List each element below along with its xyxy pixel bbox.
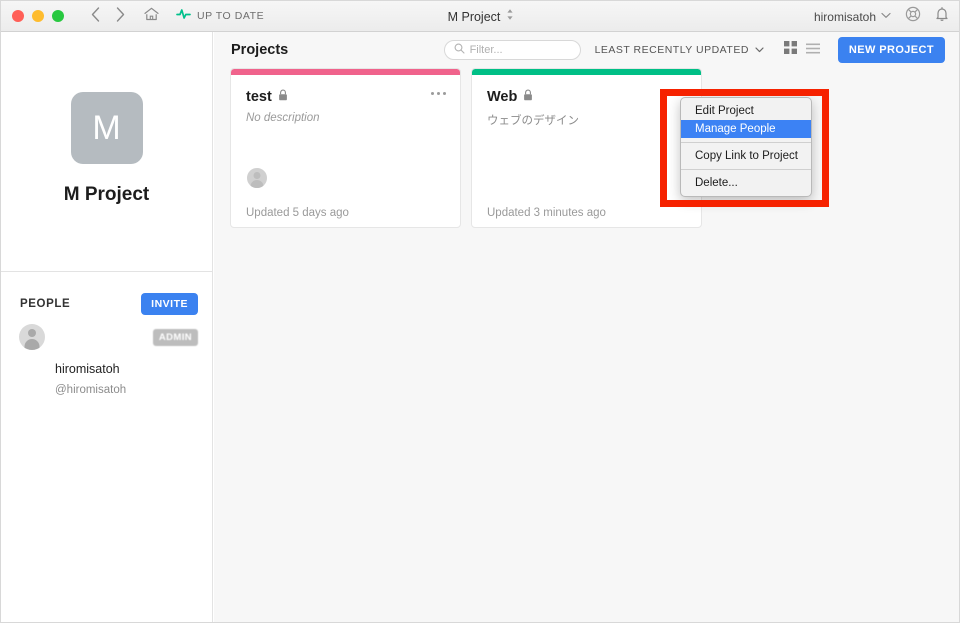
lock-icon <box>523 88 533 106</box>
project-avatar: M <box>70 92 143 164</box>
project-card-test[interactable]: test No description Updated 5 days ago <box>230 68 461 228</box>
home-icon[interactable] <box>144 7 159 26</box>
card-description: No description <box>246 112 320 124</box>
grid-view-icon[interactable] <box>783 41 797 59</box>
left-sidebar: M M Project PEOPLE INVITE ADMIN hiromisa… <box>1 32 213 622</box>
sync-status[interactable]: UP TO DATE <box>176 7 264 25</box>
menu-item-edit-project[interactable]: Edit Project <box>681 102 811 120</box>
person-handle: @hiromisatoh <box>55 384 127 396</box>
ghost-avatar <box>19 324 45 350</box>
project-card-web[interactable]: Web ウェブのデザイン Updated 3 minutes ago <box>471 68 702 228</box>
forward-chevron-right-icon[interactable] <box>116 7 125 25</box>
window-traffic-lights[interactable] <box>12 10 64 22</box>
list-view-icon[interactable] <box>805 41 820 59</box>
card-description: ウェブのデザイン <box>487 115 579 127</box>
up-down-chevron-icon[interactable] <box>506 8 514 26</box>
pulse-icon <box>176 7 191 25</box>
window-title-text: M Project <box>447 9 501 24</box>
sort-order-label: LEAST RECENTLY UPDATED <box>594 44 749 56</box>
filter-input-wrapper[interactable]: Filter... <box>443 40 581 60</box>
lock-icon <box>278 88 288 106</box>
person-info: hiromisatoh @hiromisatoh <box>55 359 126 399</box>
menu-item-delete[interactable]: Delete... <box>681 174 811 192</box>
list-item-person[interactable]: hiromisatoh @hiromisatoh <box>1 350 212 399</box>
main-content: Projects Filter... LEAST RECENTLY UPDATE… <box>214 32 959 622</box>
menu-item-copy-link-to-project[interactable]: Copy Link to Project <box>681 147 811 165</box>
card-body: Web ウェブのデザイン Updated 3 minutes ago <box>472 75 701 227</box>
status-badge-admin: ADMIN <box>152 329 198 346</box>
card-title: Web <box>487 89 518 105</box>
title-bar-right-controls: hiromisatoh <box>814 1 949 32</box>
photo-avatar <box>487 167 509 189</box>
menu-item-manage-people[interactable]: Manage People <box>681 120 811 138</box>
chevron-down-icon <box>755 44 764 56</box>
card-body: test No description Updated 5 days ago <box>231 75 460 227</box>
new-project-button[interactable]: NEW PROJECT <box>837 37 945 63</box>
minimize-window-button[interactable] <box>32 10 44 22</box>
photo-avatar <box>19 366 45 392</box>
page-title: Projects <box>231 42 289 58</box>
project-hero: M M Project <box>1 32 212 272</box>
projects-toolbar: Projects Filter... LEAST RECENTLY UPDATE… <box>214 32 959 68</box>
person-name: hiromisatoh <box>55 362 120 376</box>
menu-separator <box>681 142 811 143</box>
invite-button[interactable]: INVITE <box>141 293 198 315</box>
card-updated-timestamp: Updated 5 days ago <box>246 207 349 219</box>
filter-input[interactable]: Filter... <box>470 44 503 56</box>
card-title: test <box>246 89 272 105</box>
project-name: M Project <box>63 184 150 205</box>
search-icon <box>454 41 465 59</box>
close-window-button[interactable] <box>12 10 24 22</box>
ghost-avatar <box>246 167 268 189</box>
card-title-row: test <box>246 88 446 106</box>
account-menu-label[interactable]: hiromisatoh <box>814 10 876 24</box>
people-heading: PEOPLE <box>20 298 71 310</box>
card-member-avatars <box>487 167 509 189</box>
title-bar: UP TO DATE M Project hiromisatoh <box>1 1 959 32</box>
account-chevron-down-icon[interactable] <box>881 11 891 22</box>
sync-status-label: UP TO DATE <box>197 10 265 22</box>
card-updated-timestamp: Updated 3 minutes ago <box>487 207 606 219</box>
card-title-row: Web <box>487 88 687 106</box>
navigation-buttons <box>91 7 159 26</box>
menu-separator <box>681 169 811 170</box>
life-ring-icon[interactable] <box>905 6 921 27</box>
zoom-window-button[interactable] <box>52 10 64 22</box>
project-context-menu: Edit Project Manage People Copy Link to … <box>680 97 812 197</box>
back-chevron-left-icon[interactable] <box>91 7 100 25</box>
card-member-avatars <box>246 167 282 189</box>
bell-icon[interactable] <box>935 6 949 27</box>
list-item-person[interactable]: ADMIN <box>1 315 212 350</box>
app-window: UP TO DATE M Project hiromisatoh M M Pro… <box>0 0 960 623</box>
card-ellipsis-icon[interactable] <box>428 89 449 98</box>
view-toggle <box>783 41 820 59</box>
people-section-header: PEOPLE INVITE <box>1 272 212 315</box>
projects-grid: test No description Updated 5 days ago W… <box>214 68 959 228</box>
sort-order-dropdown[interactable]: LEAST RECENTLY UPDATED <box>595 44 764 56</box>
